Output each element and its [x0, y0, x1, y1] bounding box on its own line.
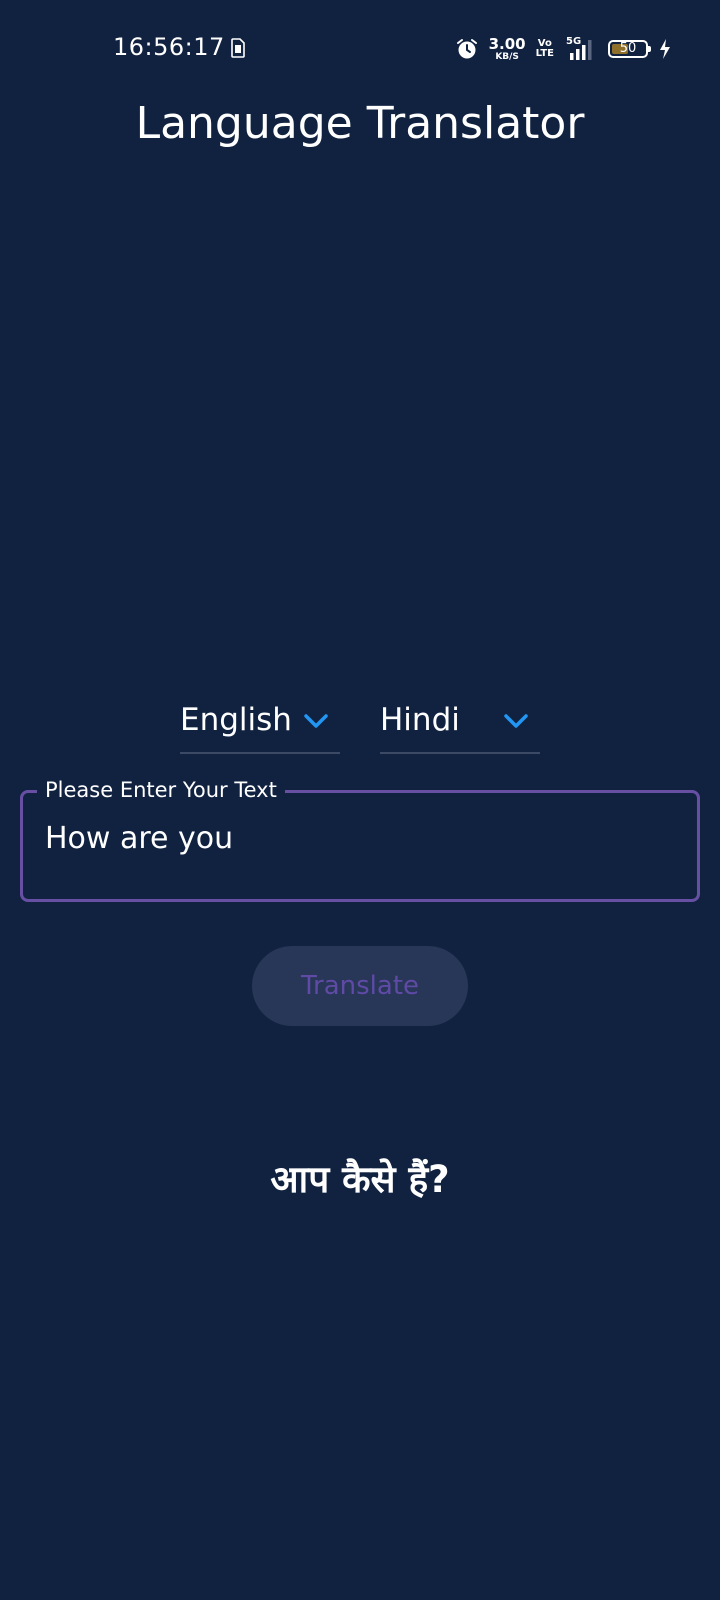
charging-bolt-icon [660, 39, 670, 59]
volte-bottom: LTE [535, 48, 554, 59]
battery-icon: 50 [608, 40, 651, 58]
translate-button[interactable]: Translate [252, 946, 468, 1026]
volte-icon: Vo LTE [536, 39, 554, 59]
sim-card-icon [231, 38, 245, 58]
status-icons: 3.00 KB/S Vo LTE 5G 50 [455, 34, 672, 64]
target-language-label: Hindi [380, 702, 460, 738]
network-speed-value: 3.00 [488, 34, 526, 53]
status-time: 16:56:17 [113, 33, 225, 61]
input-field-value[interactable]: How are you [45, 821, 233, 856]
chevron-down-icon [504, 714, 528, 728]
source-language-dropdown[interactable]: English [180, 688, 340, 754]
input-field-label: Please Enter Your Text [37, 778, 285, 802]
input-text-field[interactable]: Please Enter Your Text How are you [20, 778, 700, 902]
source-language-label: English [180, 702, 292, 738]
status-bar: 16:56:17 3.00 KB/S Vo LTE 5G 50 [0, 0, 720, 96]
target-language-dropdown[interactable]: Hindi [380, 688, 540, 754]
network-speed-unit: KB/S [495, 51, 519, 62]
alarm-icon [456, 39, 477, 59]
network-speed: 3.00 KB/S [488, 34, 526, 62]
battery-level: 50 [619, 41, 637, 56]
signal-strength-icon: 5G [564, 36, 598, 62]
chevron-down-icon [304, 714, 328, 728]
app-title: Language Translator [135, 98, 585, 149]
translation-result: आप कैसे हैं? [270, 1158, 450, 1201]
